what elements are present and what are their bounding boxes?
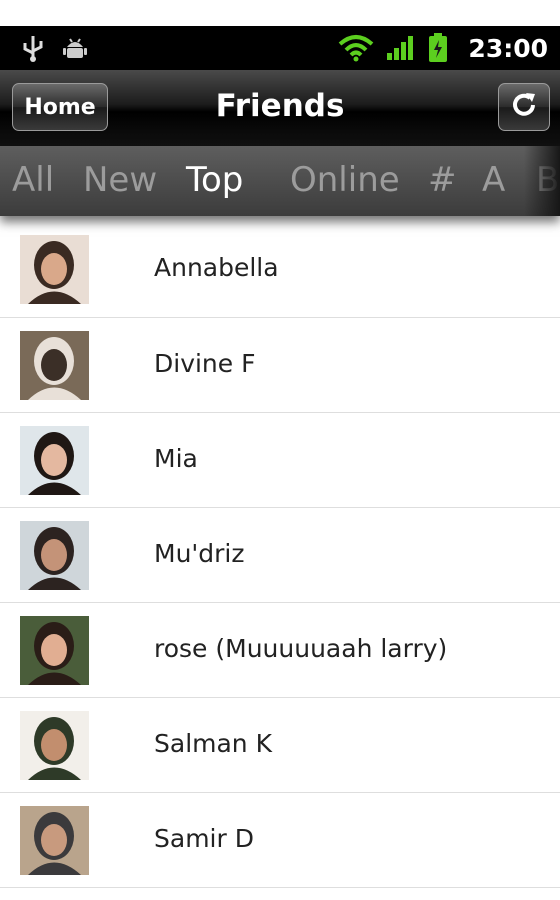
- refresh-button[interactable]: [498, 83, 550, 131]
- avatar: [20, 521, 89, 590]
- friend-row[interactable]: Divine F: [0, 318, 560, 413]
- signal-icon: [386, 35, 416, 61]
- friend-row[interactable]: rose (Muuuuuaah larry): [0, 603, 560, 698]
- avatar: [20, 711, 89, 780]
- friend-list: Annabella Divine F Mia Mu'driz rose (Muuuuua…: [0, 222, 560, 888]
- filter-tab-strip: All New Top Online # A B: [0, 146, 560, 216]
- title-bar: Home Friends: [0, 70, 560, 147]
- friend-name: Salman K: [154, 729, 272, 758]
- tab-all[interactable]: All: [12, 160, 54, 200]
- android-debug-icon: [62, 35, 88, 61]
- friend-name: rose (Muuuuuaah larry): [154, 634, 448, 663]
- friend-name: Mia: [154, 444, 198, 473]
- avatar: [20, 616, 89, 685]
- clock: 23:00: [468, 33, 548, 63]
- usb-icon: [22, 33, 44, 63]
- tab-new[interactable]: New: [83, 160, 157, 200]
- friend-row[interactable]: Mia: [0, 413, 560, 508]
- refresh-icon: [509, 90, 539, 124]
- friend-name: Divine F: [154, 349, 256, 378]
- friend-row[interactable]: Annabella: [0, 222, 560, 318]
- battery-charging-icon: [428, 33, 448, 63]
- tab-scroll-fade: [524, 146, 560, 216]
- tab-top[interactable]: Top: [186, 160, 243, 200]
- friend-name: Mu'driz: [154, 539, 245, 568]
- status-bar: 23:00: [0, 26, 560, 70]
- friend-row[interactable]: Mu'driz: [0, 508, 560, 603]
- friend-name: Annabella: [154, 253, 279, 282]
- friend-row[interactable]: Samir D: [0, 793, 560, 888]
- tab-online[interactable]: Online: [290, 160, 400, 200]
- tab-a[interactable]: A: [482, 160, 505, 200]
- avatar: [20, 235, 89, 304]
- avatar: [20, 426, 89, 495]
- page-title: Friends: [215, 88, 345, 124]
- friend-row[interactable]: Salman K: [0, 698, 560, 793]
- tab-hash[interactable]: #: [428, 160, 457, 200]
- avatar: [20, 806, 89, 875]
- avatar: [20, 331, 89, 400]
- wifi-icon: [338, 34, 374, 62]
- friend-name: Samir D: [154, 824, 254, 853]
